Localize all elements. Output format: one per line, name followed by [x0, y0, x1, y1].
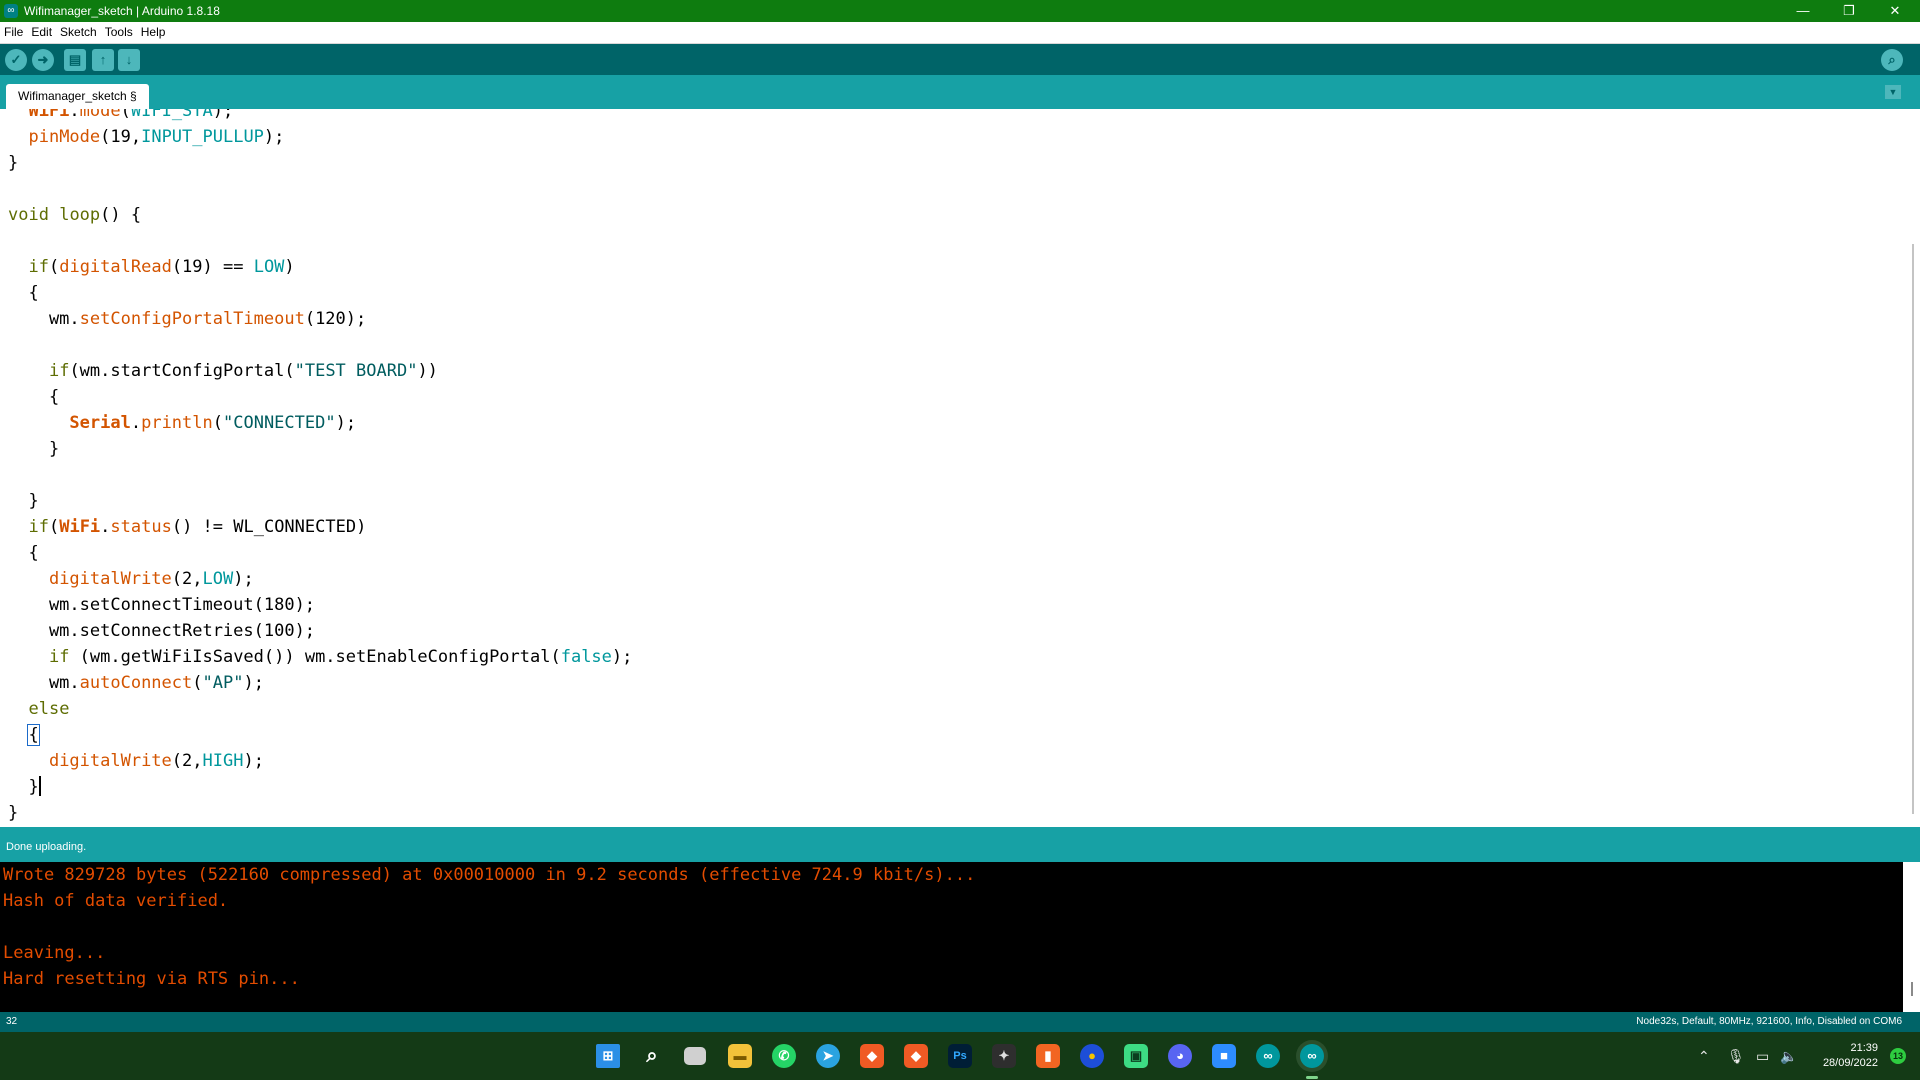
code-line: {	[8, 387, 60, 407]
code-line: if (wm.getWiFiIsSaved()) wm.setEnableCon…	[48, 647, 633, 667]
brave-beta-icon[interactable]: ◆	[860, 1044, 884, 1068]
menu-edit[interactable]: Edit	[27, 22, 56, 43]
tab-wifimanager-sketch[interactable]: Wifimanager_sketch §	[6, 84, 149, 109]
task-view-icon[interactable]	[684, 1047, 706, 1065]
tab-bar: Wifimanager_sketch § ▼	[0, 75, 1920, 109]
arduino-icon[interactable]: ∞	[1256, 1044, 1280, 1068]
code-line: Serial.println("CONNECTED");	[69, 413, 357, 433]
code-line: }	[8, 776, 41, 797]
windows-taskbar: ⊞ ⌕ ▬ ✆ ➤ ◆ ◆ Ps ✦ ▮ ● ▣ ◕ ■ ∞ ∞ ⌃ 🎙 ▭ 🔈…	[0, 1032, 1920, 1080]
code-line: wm.setConnectTimeout(180);	[8, 595, 316, 615]
code-line: wm.setConnectRetries(100);	[8, 621, 316, 641]
title-bar: ∞ Wifimanager_sketch | Arduino 1.8.18 — …	[0, 0, 1920, 22]
toolbar: ✓ ➜ ▤ ↑ ↓ ⌕	[0, 44, 1920, 75]
zoom-icon[interactable]: ■	[1212, 1044, 1236, 1068]
open-sketch-button[interactable]: ↑	[92, 49, 114, 71]
code-line: wm.autoConnect("AP");	[8, 673, 264, 693]
console-output[interactable]: Wrote 829728 bytes (522160 compressed) a…	[0, 862, 1920, 1012]
console-scrollbar-thumb[interactable]	[1911, 982, 1913, 996]
editor-scrollbar[interactable]	[1912, 244, 1914, 814]
menu-sketch[interactable]: Sketch	[56, 22, 101, 43]
system-clock[interactable]: 21:39 28/09/2022	[1823, 1041, 1878, 1071]
console-line: Hard resetting via RTS pin...	[3, 969, 300, 989]
code-line: if(wm.startConfigPortal("TEST BOARD"))	[48, 361, 438, 381]
verify-button[interactable]: ✓	[5, 49, 27, 71]
text-caret	[38, 776, 41, 796]
clock-time: 21:39	[1850, 1042, 1878, 1054]
android-studio-icon[interactable]: ▣	[1124, 1044, 1148, 1068]
menu-tools[interactable]: Tools	[101, 22, 137, 43]
search-icon[interactable]: ⌕	[640, 1044, 664, 1068]
console-line: Wrote 829728 bytes (522160 compressed) a…	[3, 865, 976, 885]
code-line: else	[28, 699, 70, 719]
console-line: Leaving...	[3, 943, 106, 963]
maximize-button[interactable]: ❐	[1826, 0, 1872, 22]
minimize-button[interactable]: —	[1780, 0, 1826, 22]
start-icon[interactable]: ⊞	[596, 1044, 620, 1068]
code-editor[interactable]: WiFi.mode(WIFI_STA); pinMode(19,INPUT_PU…	[0, 109, 1920, 827]
davinci-resolve-icon[interactable]: ✦	[992, 1044, 1016, 1068]
code-line: {	[8, 543, 39, 563]
network-icon[interactable]: ▭	[1756, 1048, 1769, 1065]
code-line: {	[8, 283, 39, 303]
console-line: Hash of data verified.	[3, 891, 229, 911]
console-scrollbar[interactable]	[1903, 862, 1920, 1012]
volume-icon[interactable]: 🔈	[1780, 1048, 1797, 1065]
new-sketch-button[interactable]: ▤	[64, 49, 86, 71]
code-line: }	[8, 153, 19, 173]
bottom-status-bar: 32 Node32s, Default, 80MHz, 921600, Info…	[0, 1012, 1920, 1032]
app-orange-icon[interactable]: ▮	[1036, 1044, 1060, 1068]
code-text[interactable]: WiFi.mode(WIFI_STA); pinMode(19,INPUT_PU…	[8, 109, 632, 826]
code-line: {	[27, 724, 40, 746]
menu-bar: File Edit Sketch Tools Help	[0, 22, 1920, 44]
code-line: digitalWrite(2,HIGH);	[48, 751, 264, 771]
brave-icon[interactable]: ◆	[904, 1044, 928, 1068]
arduino-logo-icon: ∞	[4, 4, 18, 18]
microphone-icon[interactable]: 🎙	[1727, 1048, 1745, 1065]
arduino-ide-icon[interactable]: ∞	[1300, 1044, 1324, 1068]
app-blue-yellow-icon[interactable]: ●	[1080, 1044, 1104, 1068]
code-line: digitalWrite(2,LOW);	[48, 569, 254, 589]
code-line: }	[8, 491, 39, 511]
code-line: if(WiFi.status() != WL_CONNECTED)	[28, 517, 367, 537]
close-button[interactable]: ✕	[1872, 0, 1918, 22]
tab-menu-button[interactable]: ▼	[1885, 85, 1901, 99]
telegram-icon[interactable]: ➤	[816, 1044, 840, 1068]
code-line: pinMode(19,INPUT_PULLUP);	[28, 127, 285, 147]
code-line: }	[8, 439, 60, 459]
file-explorer-icon[interactable]: ▬	[728, 1044, 752, 1068]
discord-icon[interactable]: ◕	[1168, 1044, 1192, 1068]
board-info: Node32s, Default, 80MHz, 921600, Info, D…	[1636, 1016, 1902, 1027]
serial-monitor-button[interactable]: ⌕	[1881, 49, 1903, 71]
console-text: Wrote 829728 bytes (522160 compressed) a…	[3, 862, 975, 992]
menu-file[interactable]: File	[0, 22, 27, 43]
clock-date: 28/09/2022	[1822, 1057, 1878, 1069]
notification-badge[interactable]: 13	[1890, 1048, 1906, 1064]
status-area: Done uploading.	[0, 827, 1920, 862]
chevron-up-icon[interactable]: ⌃	[1698, 1048, 1710, 1065]
upload-button[interactable]: ➜	[32, 49, 54, 71]
code-line: WiFi.mode(WIFI_STA);	[8, 109, 234, 121]
code-line: }	[8, 803, 19, 823]
active-app-indicator	[1306, 1076, 1318, 1079]
menu-help[interactable]: Help	[137, 22, 170, 43]
window-title: Wifimanager_sketch | Arduino 1.8.18	[24, 4, 220, 18]
save-sketch-button[interactable]: ↓	[118, 49, 140, 71]
status-message: Done uploading.	[6, 841, 87, 853]
code-line: if(digitalRead(19) == LOW)	[28, 257, 295, 277]
code-line: void loop() {	[8, 205, 142, 225]
line-number: 32	[6, 1016, 18, 1027]
code-line: wm.setConfigPortalTimeout(120);	[8, 309, 367, 329]
photoshop-icon[interactable]: Ps	[948, 1044, 972, 1068]
whatsapp-icon[interactable]: ✆	[772, 1044, 796, 1068]
